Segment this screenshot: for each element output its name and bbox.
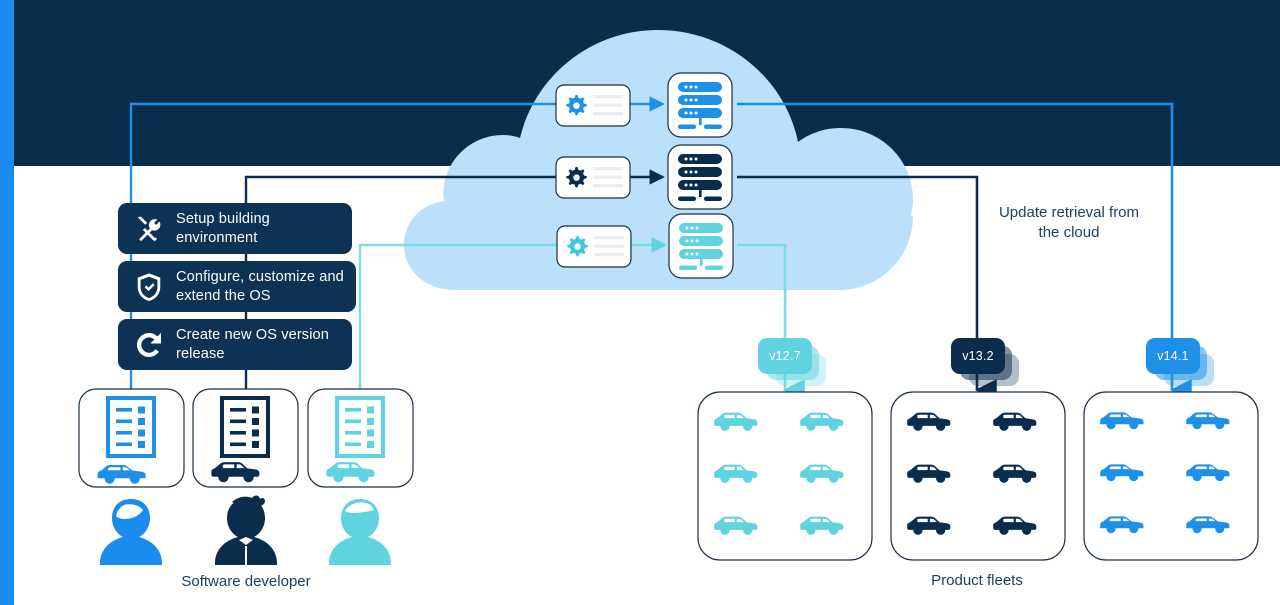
developer-card-blue[interactable]: [78, 388, 185, 488]
gear-icon: [566, 167, 587, 188]
build-config-card-cyan[interactable]: [556, 225, 632, 268]
server-stack-card-navy[interactable]: [667, 144, 733, 210]
avatar-female-icon: [100, 499, 162, 565]
avatar-person-icon: [329, 499, 391, 565]
server-stack-card-cyan[interactable]: [668, 213, 734, 279]
developer-card-navy[interactable]: [192, 388, 299, 488]
gear-icon: [567, 236, 588, 257]
gear-icon: [566, 95, 587, 116]
foreground-layer: [78, 72, 1259, 565]
diagram-canvas: Setup building environment Configure, cu…: [0, 0, 1280, 605]
server-stack-card-blue[interactable]: [667, 72, 733, 138]
build-config-card-blue[interactable]: [555, 84, 631, 127]
developer-card-cyan[interactable]: [307, 388, 414, 488]
build-config-card-navy[interactable]: [555, 156, 631, 199]
avatar-male-icon: [215, 495, 277, 565]
